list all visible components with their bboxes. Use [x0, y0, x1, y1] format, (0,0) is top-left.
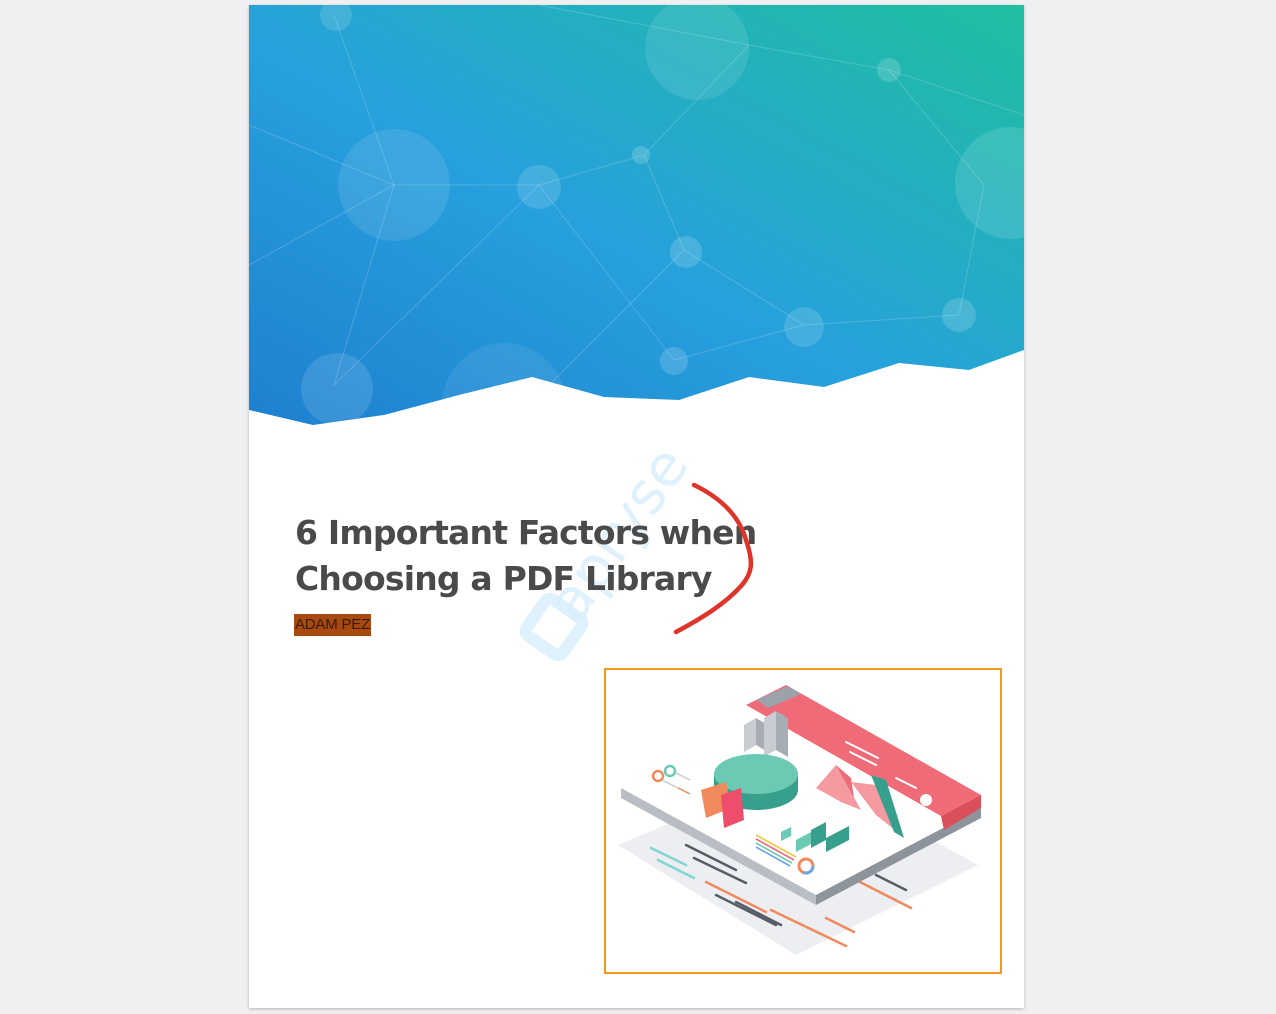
- cover-header-graphic: [249, 5, 1024, 425]
- dashboard-illustration: [618, 685, 981, 955]
- author-name-highlighted[interactable]: ADAM PEZ: [294, 614, 372, 636]
- ink-annotation-red[interactable]: [664, 475, 764, 640]
- selected-image-annotation[interactable]: [604, 668, 1002, 974]
- pdf-page[interactable]: apryse 6 Important Factors when Choosing…: [249, 5, 1024, 1008]
- document-viewer[interactable]: apryse 6 Important Factors when Choosing…: [0, 0, 1276, 1014]
